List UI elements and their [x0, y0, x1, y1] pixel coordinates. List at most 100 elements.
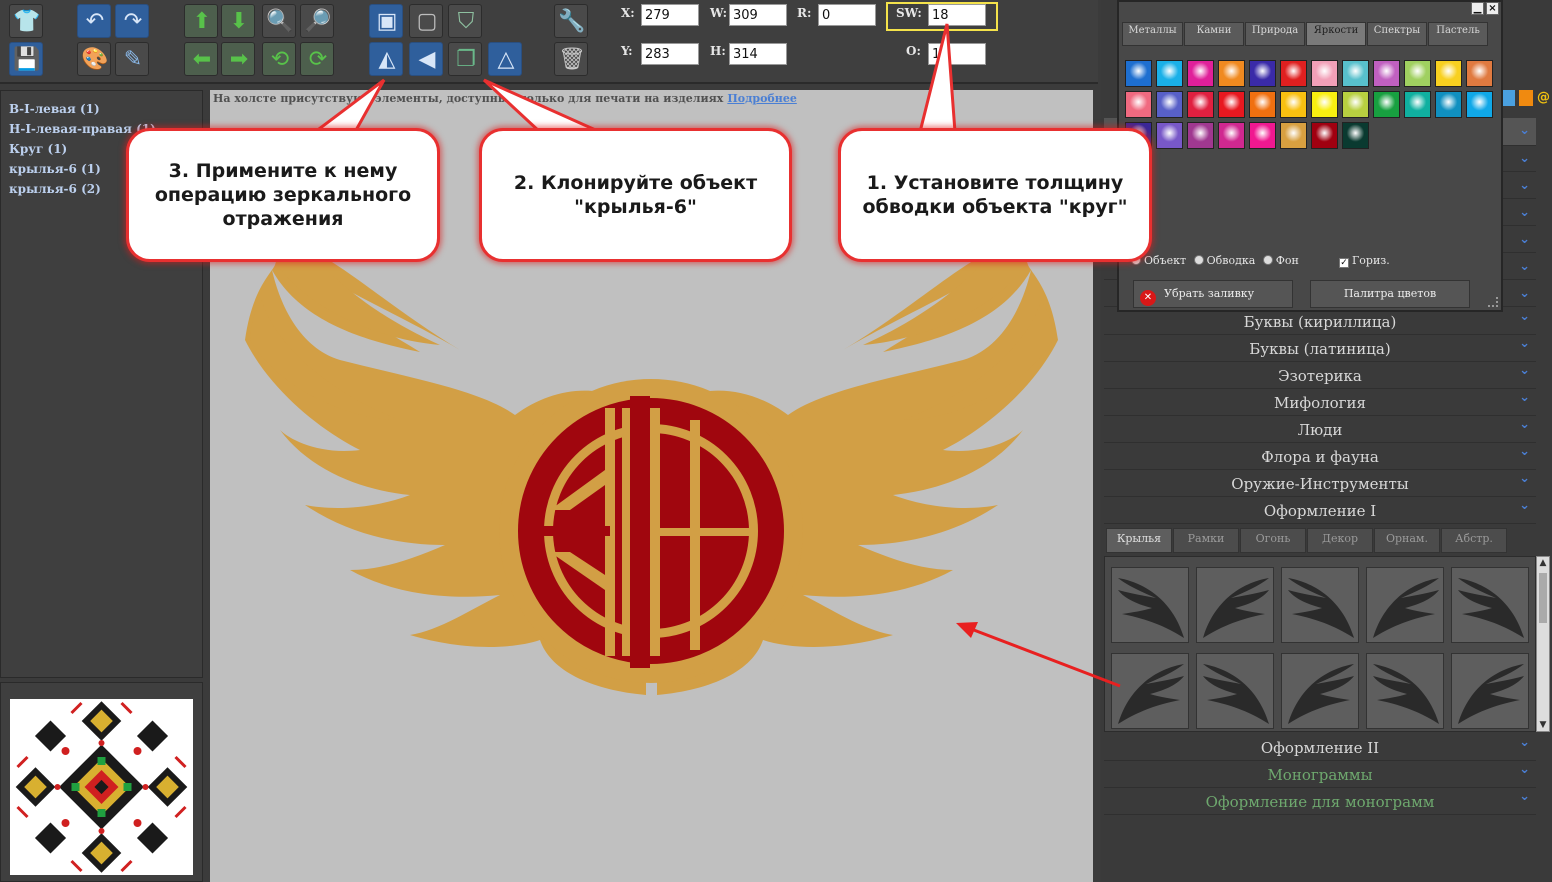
- move-left-icon[interactable]: ⬅: [184, 42, 218, 76]
- bring-front-icon[interactable]: ▣: [369, 4, 403, 38]
- rotate-cw-icon[interactable]: ⟳: [300, 42, 334, 76]
- color-swatch[interactable]: [1218, 122, 1245, 149]
- close-icon[interactable]: ×: [1486, 2, 1499, 15]
- move-right-icon[interactable]: ➡: [221, 42, 255, 76]
- wing-thumbnail[interactable]: [1366, 653, 1444, 729]
- zoom-in-icon[interactable]: 🔍: [262, 4, 296, 38]
- tab-nature[interactable]: Природа: [1245, 22, 1305, 46]
- w-field[interactable]: [729, 4, 787, 26]
- color-swatch[interactable]: [1218, 91, 1245, 118]
- color-swatch[interactable]: [1187, 122, 1214, 149]
- color-swatch[interactable]: [1311, 91, 1338, 118]
- wing-thumbnail[interactable]: [1451, 567, 1529, 643]
- category-monogram-decor[interactable]: Оформление для монограмм ⌄: [1104, 789, 1536, 815]
- color-swatch[interactable]: [1280, 60, 1307, 87]
- tab-fire[interactable]: Огонь: [1240, 528, 1306, 553]
- color-swatch[interactable]: [1466, 91, 1493, 118]
- x-field[interactable]: [641, 4, 699, 26]
- color-swatch[interactable]: [1466, 60, 1493, 87]
- tab-spectra[interactable]: Спектры: [1367, 22, 1427, 46]
- color-swatch[interactable]: [1404, 60, 1431, 87]
- trash-icon[interactable]: 🗑: [554, 42, 588, 76]
- wing-thumbnail[interactable]: [1196, 567, 1274, 643]
- odnoklassniki-icon[interactable]: [1519, 90, 1533, 106]
- tab-stones[interactable]: Камни: [1184, 22, 1244, 46]
- wing-thumbnail[interactable]: [1366, 567, 1444, 643]
- category-monograms[interactable]: Монограммы ⌄: [1104, 762, 1536, 788]
- color-swatch[interactable]: [1125, 91, 1152, 118]
- color-swatch[interactable]: [1125, 60, 1152, 87]
- h-field[interactable]: [729, 43, 787, 65]
- flip-vertical-icon[interactable]: ◭: [369, 42, 403, 76]
- color-swatch[interactable]: [1156, 91, 1183, 118]
- color-swatch[interactable]: [1249, 60, 1276, 87]
- wing-gallery-scrollbar[interactable]: ▲ ▼: [1536, 556, 1550, 732]
- scroll-thumb[interactable]: [1539, 573, 1547, 623]
- color-swatch[interactable]: [1156, 60, 1183, 87]
- undo-icon[interactable]: ↶: [77, 4, 111, 38]
- sw-field[interactable]: [928, 4, 986, 26]
- r-field[interactable]: [818, 4, 876, 26]
- color-palette-button[interactable]: Палитра цветов: [1310, 280, 1470, 308]
- color-swatch[interactable]: [1187, 91, 1214, 118]
- color-swatch[interactable]: [1280, 122, 1307, 149]
- tab-metals[interactable]: Металлы: [1122, 22, 1183, 46]
- category-latin-letters[interactable]: Буквы (латиница) ⌄: [1104, 336, 1536, 362]
- color-swatch[interactable]: [1342, 60, 1369, 87]
- center-icon[interactable]: ⛉: [448, 4, 482, 38]
- edit-pencil-icon[interactable]: ✎: [115, 42, 149, 76]
- wing-thumbnail[interactable]: [1451, 653, 1529, 729]
- tab-abstract[interactable]: Абстр.: [1441, 528, 1507, 553]
- triangle-icon[interactable]: △: [488, 42, 522, 76]
- category-cyrillic-letters[interactable]: Буквы (кириллица) ⌄: [1104, 309, 1536, 335]
- remove-fill-button[interactable]: ✕ Убрать заливку: [1133, 280, 1293, 308]
- color-swatch[interactable]: [1311, 122, 1338, 149]
- y-field[interactable]: [641, 43, 699, 65]
- move-up-icon[interactable]: ⬆: [184, 4, 218, 38]
- tab-decor[interactable]: Декор: [1307, 528, 1373, 553]
- color-swatch[interactable]: [1435, 91, 1462, 118]
- redo-icon[interactable]: ↷: [115, 4, 149, 38]
- wing-thumbnail[interactable]: [1111, 567, 1189, 643]
- scroll-up-icon[interactable]: ▲: [1537, 557, 1549, 569]
- category-weapons-tools[interactable]: Оружие-Инструменты ⌄: [1104, 471, 1536, 497]
- minimize-icon[interactable]: ▁: [1471, 2, 1484, 15]
- send-back-icon[interactable]: ▢: [409, 4, 443, 38]
- radio-stroke[interactable]: [1193, 255, 1204, 265]
- notice-more-link[interactable]: Подробнее: [727, 92, 796, 105]
- layer-item[interactable]: В-І-левая (1): [1, 99, 202, 119]
- wing-thumbnail[interactable]: [1281, 653, 1359, 729]
- color-swatch[interactable]: [1342, 91, 1369, 118]
- save-icon[interactable]: 💾: [9, 42, 43, 76]
- tab-brightness[interactable]: Яркости: [1306, 22, 1366, 46]
- category-esoterics[interactable]: Эзотерика ⌄: [1104, 363, 1536, 389]
- palette-icon[interactable]: 🎨: [77, 42, 111, 76]
- at-icon[interactable]: @: [1537, 90, 1551, 106]
- category-decoration-1[interactable]: Оформление I ⌄: [1104, 498, 1536, 524]
- tab-ornament[interactable]: Орнам.: [1374, 528, 1440, 553]
- flip-horizontal-icon[interactable]: ◀: [409, 42, 443, 76]
- wing-thumbnail[interactable]: [1196, 653, 1274, 729]
- color-swatch[interactable]: [1435, 60, 1462, 87]
- color-swatch[interactable]: [1404, 91, 1431, 118]
- scroll-down-icon[interactable]: ▼: [1537, 719, 1549, 731]
- o-field[interactable]: [928, 43, 986, 65]
- move-down-icon[interactable]: ⬇: [221, 4, 255, 38]
- social-icon[interactable]: [1501, 90, 1515, 106]
- tshirt-icon[interactable]: 👕: [9, 4, 43, 38]
- color-swatch[interactable]: [1218, 60, 1245, 87]
- color-swatch[interactable]: [1249, 91, 1276, 118]
- color-swatch[interactable]: [1249, 122, 1276, 149]
- radio-background[interactable]: [1262, 255, 1273, 265]
- wing-thumbnail[interactable]: [1111, 653, 1189, 729]
- color-swatch[interactable]: [1280, 91, 1307, 118]
- category-mythology[interactable]: Мифология ⌄: [1104, 390, 1536, 416]
- tab-wings[interactable]: Крылья: [1106, 528, 1172, 553]
- clone-icon[interactable]: ❐: [448, 42, 482, 76]
- color-swatch[interactable]: [1156, 122, 1183, 149]
- color-swatch[interactable]: [1342, 122, 1369, 149]
- wing-thumbnail[interactable]: [1281, 567, 1359, 643]
- zoom-out-icon[interactable]: 🔎: [300, 4, 334, 38]
- resize-grip-icon[interactable]: [1488, 297, 1498, 307]
- tab-pastel[interactable]: Пастель: [1428, 22, 1488, 46]
